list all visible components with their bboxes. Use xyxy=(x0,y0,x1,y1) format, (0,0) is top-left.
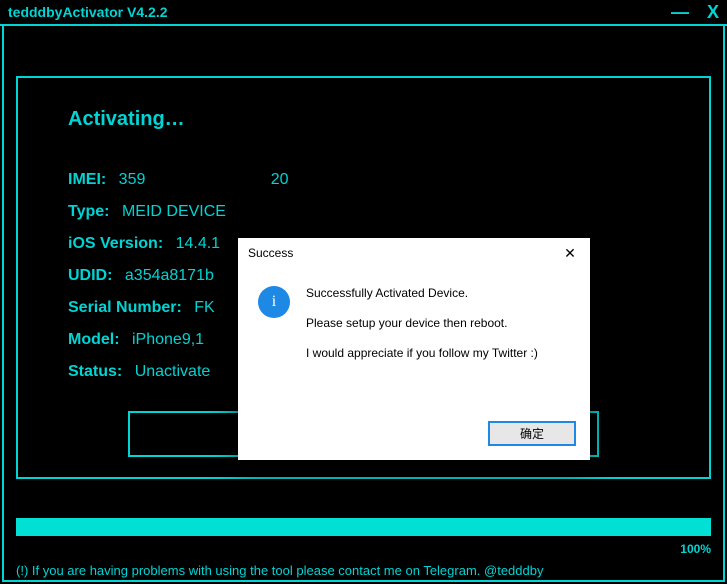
type-row: Type: MEID DEVICE xyxy=(68,203,659,221)
model-label: Model: xyxy=(68,331,120,348)
dialog-message-2: Please setup your device then reboot. xyxy=(306,316,538,330)
progress-percent: 100% xyxy=(680,542,711,556)
minimize-button[interactable]: — xyxy=(671,2,689,23)
dialog-titlebar: Success ✕ xyxy=(238,238,590,268)
app-title: tedddbyActivator V4.2.2 xyxy=(8,4,168,20)
status-value: Unactivate xyxy=(135,363,211,380)
imei-value-prefix: 359 xyxy=(119,171,146,188)
udid-label: UDID: xyxy=(68,267,112,284)
status-label: Status: xyxy=(68,363,122,380)
model-value: iPhone9,1 xyxy=(132,331,204,348)
dialog-close-button[interactable]: ✕ xyxy=(560,243,580,263)
dialog-title: Success xyxy=(248,246,293,260)
dialog-messages: Successfully Activated Device. Please se… xyxy=(306,286,538,376)
titlebar: tedddbyActivator V4.2.2 — X xyxy=(0,0,727,26)
dialog-ok-button[interactable]: 确定 xyxy=(488,421,576,446)
ios-label: iOS Version: xyxy=(68,235,163,252)
udid-value: a354a8171b xyxy=(125,267,214,284)
serial-value: FK xyxy=(194,299,214,316)
ios-value: 14.4.1 xyxy=(176,235,220,252)
type-value: MEID DEVICE xyxy=(122,203,226,220)
dialog-body: i Successfully Activated Device. Please … xyxy=(238,268,590,386)
status-heading: Activating… xyxy=(68,108,659,131)
footer-note: (!) If you are having problems with usin… xyxy=(16,563,543,578)
info-icon: i xyxy=(258,286,290,318)
imei-redacted: XXXXXXXX xyxy=(153,171,262,188)
imei-value-suffix: 20 xyxy=(271,171,289,188)
dialog-message-1: Successfully Activated Device. xyxy=(306,286,538,300)
dialog-message-3: I would appreciate if you follow my Twit… xyxy=(306,346,538,360)
imei-label: IMEI: xyxy=(68,171,106,188)
imei-row: IMEI: 359 XXXXXXXX 20 xyxy=(68,171,659,189)
progress-bar xyxy=(16,518,711,536)
serial-label: Serial Number: xyxy=(68,299,182,316)
close-button[interactable]: X xyxy=(707,2,719,23)
success-dialog: Success ✕ i Successfully Activated Devic… xyxy=(238,238,590,460)
type-label: Type: xyxy=(68,203,109,220)
titlebar-controls: — X xyxy=(671,2,719,23)
dialog-footer: 确定 xyxy=(488,421,576,446)
